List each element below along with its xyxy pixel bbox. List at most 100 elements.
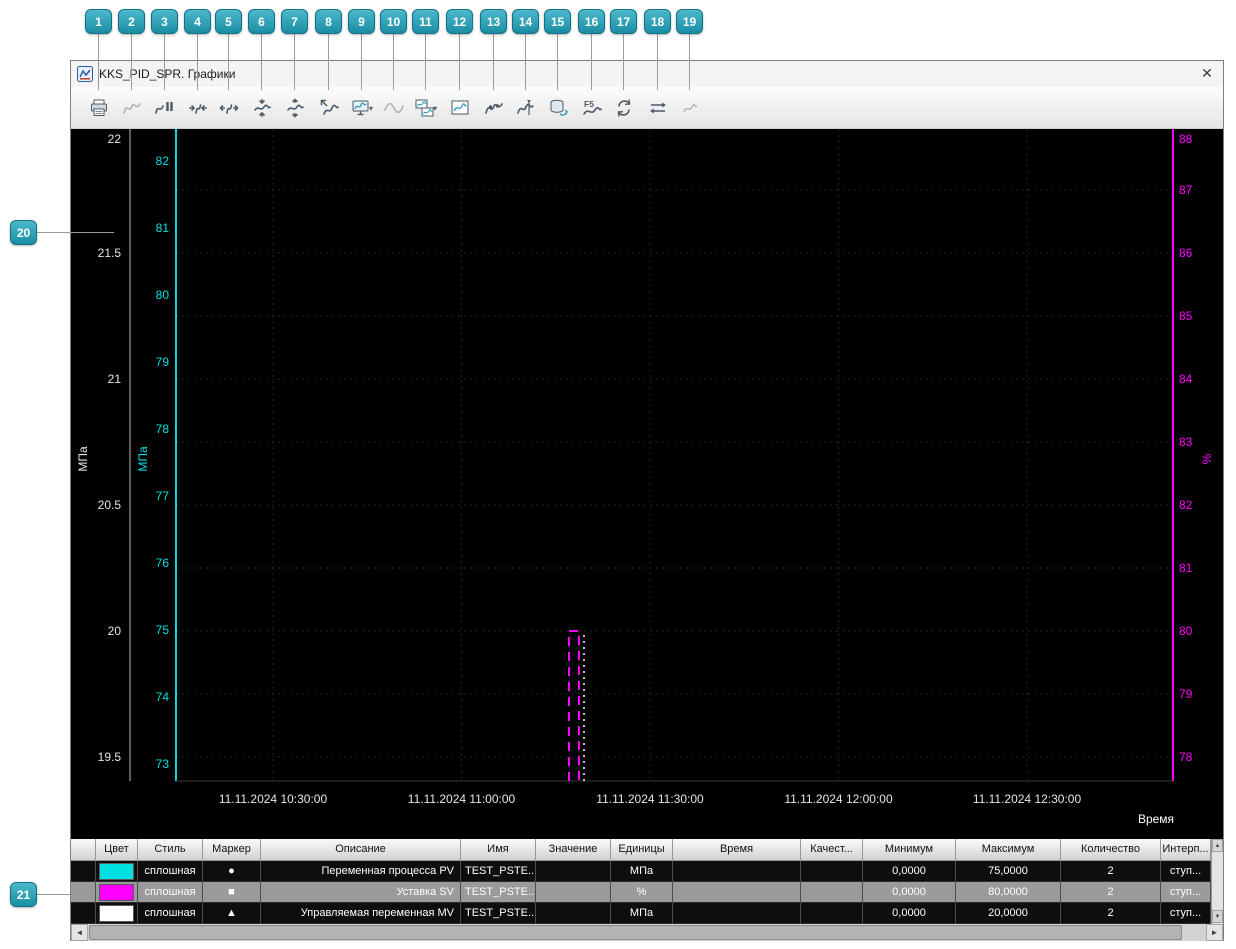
trend-list-button[interactable]: ▾ — [411, 91, 441, 125]
legend-row[interactable]: сплошная▲Управляемая переменная MVTEST_P… — [71, 903, 1211, 924]
column-header-[interactable]: Цвет — [96, 839, 138, 861]
column-header-[interactable]: Время — [673, 839, 801, 861]
archive-icon — [548, 98, 568, 118]
screen: KKS_PID_SPR. Графики ✕ ▾▾F5 2221.52120.5… — [0, 0, 1236, 949]
mini-trend-button[interactable] — [675, 91, 705, 125]
column-header-select[interactable] — [71, 839, 96, 861]
scroll-right-button[interactable]: ► — [1206, 924, 1223, 941]
column-header-[interactable]: Значение — [536, 839, 611, 861]
column-header-[interactable]: Максимум — [956, 839, 1061, 861]
print-button[interactable] — [84, 91, 114, 125]
archive-data-button[interactable] — [543, 91, 573, 125]
refresh-f5-button[interactable]: F5 — [577, 91, 607, 125]
cell-count: 2 — [1061, 861, 1161, 882]
percent-tick: 83 — [1179, 435, 1193, 449]
callout-badge-8: 8 — [315, 9, 342, 34]
scroll-left-button[interactable]: ◄ — [71, 924, 88, 941]
column-header-[interactable]: Количество — [1061, 839, 1161, 861]
time-tick: 11.11.2024 12:00:00 — [784, 792, 893, 806]
compress-vertical-button[interactable] — [247, 91, 277, 125]
percent-tick: 79 — [1179, 687, 1193, 701]
dropdown-caret-icon: ▾ — [433, 104, 437, 113]
scrollbar-thumb[interactable] — [89, 925, 1182, 940]
chart-plot-area[interactable]: 2221.52120.52019.58281807978777675747388… — [71, 129, 1223, 839]
callout-badge-3: 3 — [151, 9, 178, 34]
marker-button[interactable] — [511, 91, 541, 125]
cell-min: 0,0000 — [863, 882, 956, 903]
percent-tick: 85 — [1179, 309, 1193, 323]
cell-value — [536, 903, 611, 924]
compress-horizontal-button[interactable] — [183, 91, 213, 125]
curve-smooth-button[interactable] — [379, 91, 409, 125]
column-header-[interactable]: Имя — [461, 839, 536, 861]
cell-count: 2 — [1061, 903, 1161, 924]
mpa-inner-axis-title: МПа — [136, 446, 150, 472]
dropdown-caret-icon: ▾ — [369, 104, 373, 113]
marker-icon — [516, 98, 536, 118]
callout-badge-7: 7 — [281, 9, 308, 34]
color-swatch — [99, 884, 134, 901]
cell-units: МПа — [611, 861, 673, 882]
cell-max: 80,0000 — [956, 882, 1061, 903]
exchange-button[interactable] — [643, 91, 673, 125]
close-button[interactable]: ✕ — [1194, 63, 1220, 84]
time-tick: 11.11.2024 12:30:00 — [973, 792, 1082, 806]
trend-curve-icon — [122, 98, 142, 118]
color-swatch — [99, 863, 134, 880]
cell-name: TEST_PSTE... — [461, 861, 536, 882]
callout-badge-6: 6 — [248, 9, 275, 34]
cell-interpolation: ступ... — [1161, 861, 1211, 882]
curve-points-button[interactable] — [479, 91, 509, 125]
display-mode-button[interactable]: ▾ — [347, 91, 377, 125]
legend-row[interactable]: сплошная●Переменная процесса PVTEST_PSTE… — [71, 861, 1211, 882]
cell-time — [673, 903, 801, 924]
reload-data-button[interactable] — [609, 91, 639, 125]
cell-min: 0,0000 — [863, 903, 956, 924]
horizontal-scrollbar[interactable]: ◄ ► — [71, 924, 1223, 941]
cell-quality — [801, 903, 863, 924]
display-mode-icon — [351, 98, 371, 118]
sv-trace — [569, 631, 579, 781]
time-tick: 11.11.2024 11:00:00 — [408, 792, 516, 806]
mpa-inner-tick: 73 — [156, 757, 170, 771]
column-header-[interactable]: Интерп... — [1161, 839, 1211, 861]
zoom-reset-button[interactable] — [314, 91, 344, 125]
cell-value — [536, 861, 611, 882]
compress-horizontal-icon — [188, 98, 208, 118]
title-bar[interactable]: KKS_PID_SPR. Графики — [71, 61, 1223, 87]
cell-color — [96, 861, 138, 882]
cell-name: TEST_PSTE... — [461, 882, 536, 903]
mpa-inner-tick: 75 — [156, 623, 170, 637]
color-swatch — [99, 905, 134, 922]
callout-badge-14: 14 — [512, 9, 539, 34]
legend-row[interactable]: сплошная■Уставка SVTEST_PSTE...%0,000080… — [71, 882, 1211, 903]
callout-badge-2: 2 — [118, 9, 145, 34]
time-tick: 11.11.2024 10:30:00 — [219, 792, 328, 806]
cell-marker: ■ — [203, 882, 261, 903]
trend-pause-button[interactable] — [150, 91, 180, 125]
single-trend-button[interactable] — [445, 91, 475, 125]
column-header-[interactable]: Единицы — [611, 839, 673, 861]
mpa-outer-axis-title: МПа — [76, 446, 90, 472]
scroll-up-button[interactable]: ▲ — [1212, 839, 1223, 852]
legend-vertical-scrollbar[interactable]: ▲ ▼ — [1211, 839, 1223, 924]
cell-sel — [71, 861, 96, 882]
column-header-[interactable]: Качест... — [801, 839, 863, 861]
column-header-[interactable]: Стиль — [138, 839, 203, 861]
cell-units: МПа — [611, 903, 673, 924]
legend-table: ЦветСтильМаркерОписаниеИмяЗначениеЕдиниц… — [71, 839, 1211, 924]
expand-vertical-button[interactable] — [280, 91, 310, 125]
mpa-outer-tick: 21 — [108, 372, 122, 386]
column-header-[interactable]: Маркер — [203, 839, 261, 861]
cell-style: сплошная — [138, 861, 203, 882]
compress-vertical-icon — [252, 98, 272, 118]
trend-pause-icon — [155, 98, 175, 118]
time-axis-title: Время — [1138, 812, 1174, 826]
trend-run-button[interactable] — [117, 91, 147, 125]
column-header-[interactable]: Минимум — [863, 839, 956, 861]
scroll-down-button[interactable]: ▼ — [1212, 910, 1223, 923]
column-header-[interactable]: Описание — [261, 839, 461, 861]
expand-horizontal-button[interactable] — [214, 91, 244, 125]
mpa-inner-tick: 81 — [156, 221, 170, 235]
mpa-outer-tick: 22 — [108, 132, 122, 146]
